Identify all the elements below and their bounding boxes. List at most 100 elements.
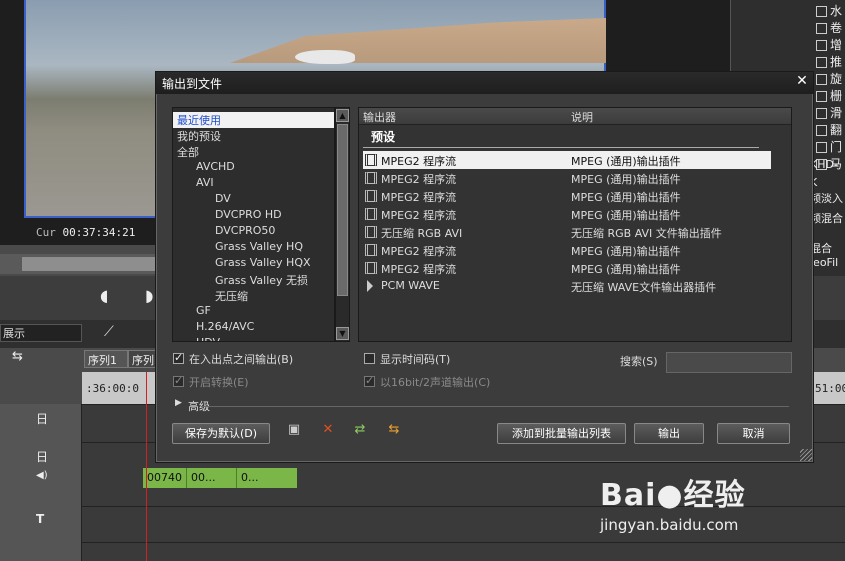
tree-item[interactable]: AVI: [173, 176, 334, 192]
exporter-row[interactable]: MPEG2 程序流 MPEG (通用)输出插件: [363, 205, 771, 223]
link-icon[interactable]: ⇆: [12, 349, 23, 364]
title-track-icon[interactable]: T: [36, 512, 44, 526]
timeline-clip[interactable]: 00740 00... 0...: [143, 468, 297, 488]
tree-item[interactable]: 最近使用: [173, 112, 334, 128]
exporter-description: MPEG (通用)输出插件: [571, 173, 681, 186]
tree-item[interactable]: DVCPRO50: [173, 224, 334, 240]
exporter-row[interactable]: MPEG2 程序流 MPEG (通用)输出插件: [363, 169, 771, 187]
search-label: 搜索(S): [620, 355, 658, 368]
resize-grip-icon[interactable]: [800, 449, 812, 461]
clip-segment[interactable]: 0...: [237, 468, 263, 488]
effect-item[interactable]: 门: [816, 138, 845, 156]
scroll-down-icon[interactable]: ▼: [336, 327, 349, 340]
exporter-list[interactable]: 输出器 说明 预设 MPEG2 程序流 MPEG (通用)输出插件 MPEG2 程序…: [358, 107, 792, 342]
mark-out-icon[interactable]: ◗: [145, 286, 153, 305]
exporter-name: PCM WAVE: [381, 279, 440, 292]
preset-group-label: 预设: [371, 130, 396, 144]
video-helicopter: [295, 50, 355, 64]
track-v-icon[interactable]: 日: [36, 410, 48, 427]
panel-text[interactable]: KHD-: [810, 158, 845, 171]
show-timecode-checkbox[interactable]: [364, 353, 375, 364]
tree-item[interactable]: 无压缩: [173, 288, 334, 304]
exporter-row[interactable]: 无压缩 RGB AVI 无压缩 RGB AVI 文件输出插件: [363, 223, 771, 241]
16bit-label: 以16bit/2声道输出(C): [380, 376, 491, 389]
tab-sequence1[interactable]: 序列1: [84, 350, 128, 368]
16bit-checkbox[interactable]: [364, 374, 375, 387]
ruler-time-right: 51:00: [815, 382, 845, 395]
exporter-row[interactable]: MPEG2 程序流 MPEG (通用)输出插件: [363, 259, 771, 277]
exporter-row[interactable]: MPEG2 程序流 MPEG (通用)输出插件: [363, 187, 771, 205]
exporter-description: MPEG (通用)输出插件: [571, 191, 681, 204]
track-va-icon[interactable]: 日: [36, 448, 48, 465]
expand-triangle-icon[interactable]: ▶: [175, 398, 182, 408]
mark-in-icon[interactable]: ◖: [100, 286, 108, 305]
tree-item[interactable]: Grass Valley 无损: [173, 272, 334, 288]
show-timecode-label: 显示时间码(T): [380, 353, 451, 366]
scroll-up-icon[interactable]: ▲: [336, 109, 349, 122]
import-preset-icon[interactable]: ⇄: [352, 423, 368, 437]
exporter-row[interactable]: PCM WAVE 无压缩 WAVE文件输出器插件: [363, 277, 771, 295]
preset-divider: [363, 147, 759, 148]
tree-item[interactable]: Grass Valley HQX: [173, 256, 334, 272]
convert-checkbox[interactable]: [173, 374, 184, 387]
effect-item[interactable]: 水: [816, 2, 845, 20]
clip-segment[interactable]: 00...: [187, 468, 237, 488]
in-out-checkbox[interactable]: [173, 351, 184, 364]
category-tree[interactable]: 最近使用 我的预设 全部 AVCHD AVI DV DVCPRO HD DVCPRO50 Gra…: [172, 107, 335, 342]
effect-label: 旋: [830, 72, 843, 86]
tree-item[interactable]: 全部: [173, 144, 334, 160]
panel-text[interactable]: 频淡入: [810, 190, 845, 206]
effect-icon: [816, 57, 827, 68]
advanced-divider: [201, 406, 789, 407]
watermark-brand: Bai●经验: [600, 478, 746, 513]
tree-item[interactable]: Grass Valley HQ: [173, 240, 334, 256]
column-exporter[interactable]: 输出器: [363, 109, 396, 125]
effect-item[interactable]: 翻: [816, 121, 845, 139]
film-icon: [365, 262, 377, 274]
effect-item[interactable]: 增: [816, 36, 845, 54]
panel-text[interactable]: 频混合: [810, 210, 845, 226]
edit-tool-icon[interactable]: ⟋: [104, 324, 114, 340]
save-icon[interactable]: ▣: [286, 423, 302, 437]
tree-item[interactable]: DVCPRO HD: [173, 208, 334, 224]
scroll-thumb[interactable]: [337, 124, 348, 296]
exporter-description: MPEG (通用)输出插件: [571, 209, 681, 222]
clip-segment[interactable]: 00740: [143, 468, 187, 488]
panel-text[interactable]: K: [810, 176, 845, 189]
panel-text[interactable]: 混合: [810, 240, 845, 256]
search-input[interactable]: [666, 352, 792, 373]
speaker-icon[interactable]: ◀): [36, 470, 48, 481]
watermark-url: jingyan.baidu.com: [600, 516, 739, 534]
add-batch-button[interactable]: 添加到批量输出列表: [497, 423, 626, 444]
save-default-button[interactable]: 保存为默认(D): [172, 423, 270, 444]
tree-item[interactable]: 我的预设: [173, 128, 334, 144]
playhead-line[interactable]: [146, 372, 147, 561]
close-icon[interactable]: ✕: [793, 73, 811, 91]
column-description[interactable]: 说明: [571, 109, 593, 125]
export-preset-icon[interactable]: ⇆: [386, 423, 402, 437]
effect-item[interactable]: 旋: [816, 70, 845, 88]
tree-item[interactable]: H.264/AVC: [173, 320, 334, 336]
exporter-row[interactable]: MPEG2 程序流 MPEG (通用)输出插件: [363, 151, 771, 169]
tree-item[interactable]: DV: [173, 192, 334, 208]
film-icon: [365, 154, 377, 166]
panel-text[interactable]: leoFil: [810, 256, 845, 269]
tree-item[interactable]: HDV: [173, 336, 334, 341]
effect-item[interactable]: 推: [816, 53, 845, 71]
display-box[interactable]: 展示: [0, 324, 82, 342]
exporter-description: 无压缩 WAVE文件输出器插件: [571, 281, 717, 294]
export-button[interactable]: 输出: [634, 423, 704, 444]
tree-item[interactable]: AVCHD: [173, 160, 334, 176]
tree-item[interactable]: GF: [173, 304, 334, 320]
effect-label: 推: [830, 55, 843, 69]
effect-item[interactable]: 滑: [816, 104, 845, 122]
tab-sequence2[interactable]: 序列: [128, 350, 158, 368]
delete-icon[interactable]: ✕: [320, 423, 336, 437]
exporter-row[interactable]: MPEG2 程序流 MPEG (通用)输出插件: [363, 241, 771, 259]
effect-item[interactable]: 卷: [816, 19, 845, 37]
exporter-description: MPEG (通用)输出插件: [571, 155, 681, 168]
effect-item[interactable]: 栅: [816, 87, 845, 105]
cancel-button[interactable]: 取消: [717, 423, 790, 444]
exporter-name: MPEG2 程序流: [381, 245, 457, 258]
effect-icon: [816, 40, 827, 51]
